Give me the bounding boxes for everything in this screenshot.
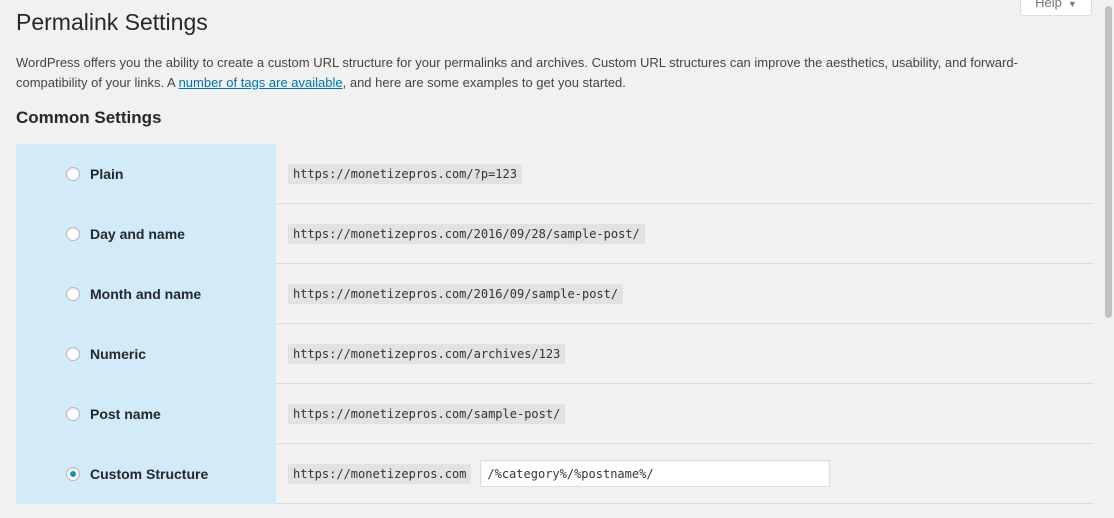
help-tab-button[interactable]: Help ▼ (1020, 0, 1092, 16)
option-value-cell: https://monetizepros.com/sample-post/ (276, 384, 1094, 443)
option-label[interactable]: Post name (90, 406, 161, 422)
page-title: Permalink Settings (16, 9, 208, 35)
option-label[interactable]: Custom Structure (90, 466, 208, 482)
example-url: https://monetizepros.com/2016/09/sample-… (288, 283, 624, 304)
permalink-settings-page: Help ▼ Permalink Settings WordPress offe… (0, 0, 1114, 518)
intro-paragraph: WordPress offers you the ability to crea… (16, 53, 1076, 92)
custom-structure-radio[interactable] (66, 467, 80, 481)
option-label-cell: Numeric (16, 324, 276, 384)
example-url: https://monetizepros.com/archives/123 (288, 343, 566, 364)
common-settings-heading: Common Settings (16, 108, 162, 127)
permalink-options-table: Plain https://monetizepros.com/?p=123 Da… (16, 144, 1094, 504)
option-label[interactable]: Month and name (90, 286, 201, 302)
help-tab-label: Help (1035, 0, 1062, 10)
example-url: https://monetizepros.com/sample-post/ (288, 403, 566, 424)
option-row-plain: Plain https://monetizepros.com/?p=123 (16, 144, 1094, 204)
option-row-custom-structure: Custom Structure https://monetizepros.co… (16, 444, 1094, 504)
option-label-cell: Month and name (16, 264, 276, 324)
day-and-name-radio[interactable] (66, 227, 80, 241)
base-url: https://monetizepros.com (288, 463, 472, 484)
example-url: https://monetizepros.com/?p=123 (288, 163, 522, 184)
plain-radio[interactable] (66, 167, 80, 181)
option-label-cell: Custom Structure (16, 444, 276, 504)
option-value-cell: https://monetizepros.com/?p=123 (276, 144, 1094, 203)
page-scrollbar[interactable] (1105, 6, 1112, 318)
option-value-cell: https://monetizepros.com/archives/123 (276, 324, 1094, 383)
option-label-cell: Day and name (16, 204, 276, 264)
option-label[interactable]: Plain (90, 166, 123, 182)
example-url: https://monetizepros.com/2016/09/28/samp… (288, 223, 645, 244)
option-value-cell: https://monetizepros.com/2016/09/28/samp… (276, 204, 1094, 263)
available-tags-link[interactable]: number of tags are available (179, 75, 343, 90)
option-label-cell: Plain (16, 144, 276, 204)
option-label[interactable]: Numeric (90, 346, 146, 362)
option-row-numeric: Numeric https://monetizepros.com/archive… (16, 324, 1094, 384)
option-row-month-and-name: Month and name https://monetizepros.com/… (16, 264, 1094, 324)
post-name-radio[interactable] (66, 407, 80, 421)
caret-down-icon: ▼ (1067, 0, 1077, 9)
custom-structure-input[interactable] (480, 460, 831, 487)
option-value-cell: https://monetizepros.com (276, 444, 1094, 503)
option-label-cell: Post name (16, 384, 276, 444)
option-value-cell: https://monetizepros.com/2016/09/sample-… (276, 264, 1094, 323)
numeric-radio[interactable] (66, 347, 80, 361)
option-row-day-and-name: Day and name https://monetizepros.com/20… (16, 204, 1094, 264)
intro-text-after-link: , and here are some examples to get you … (342, 74, 626, 90)
month-and-name-radio[interactable] (66, 287, 80, 301)
option-row-post-name: Post name https://monetizepros.com/sampl… (16, 384, 1094, 444)
option-label[interactable]: Day and name (90, 226, 185, 242)
